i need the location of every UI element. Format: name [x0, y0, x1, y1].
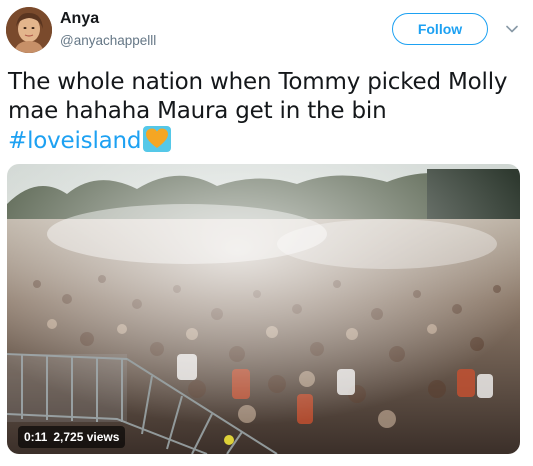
display-name[interactable]: Anya	[60, 10, 99, 28]
follow-button[interactable]: Follow	[392, 13, 488, 45]
video-duration: 0:11	[24, 430, 48, 444]
hashtag-link[interactable]: #loveisland	[8, 128, 142, 154]
avatar[interactable]	[6, 7, 52, 53]
video-player[interactable]	[7, 164, 520, 454]
tweet-text: The whole nation when Tommy picked Molly…	[8, 68, 528, 156]
video-views: 2,725 views	[53, 430, 120, 444]
tweet-card: Anya @anyachappelll Follow The whole nat…	[0, 0, 533, 466]
video-stats-badge: 0:11 2,725 views	[18, 426, 126, 448]
tweet-body: The whole nation when Tommy picked Molly…	[8, 69, 508, 124]
heart-emoji-icon	[143, 126, 172, 152]
chevron-down-icon[interactable]	[505, 22, 519, 36]
user-handle[interactable]: @anyachappelll	[60, 33, 156, 48]
crowd-video-frame	[7, 164, 520, 454]
